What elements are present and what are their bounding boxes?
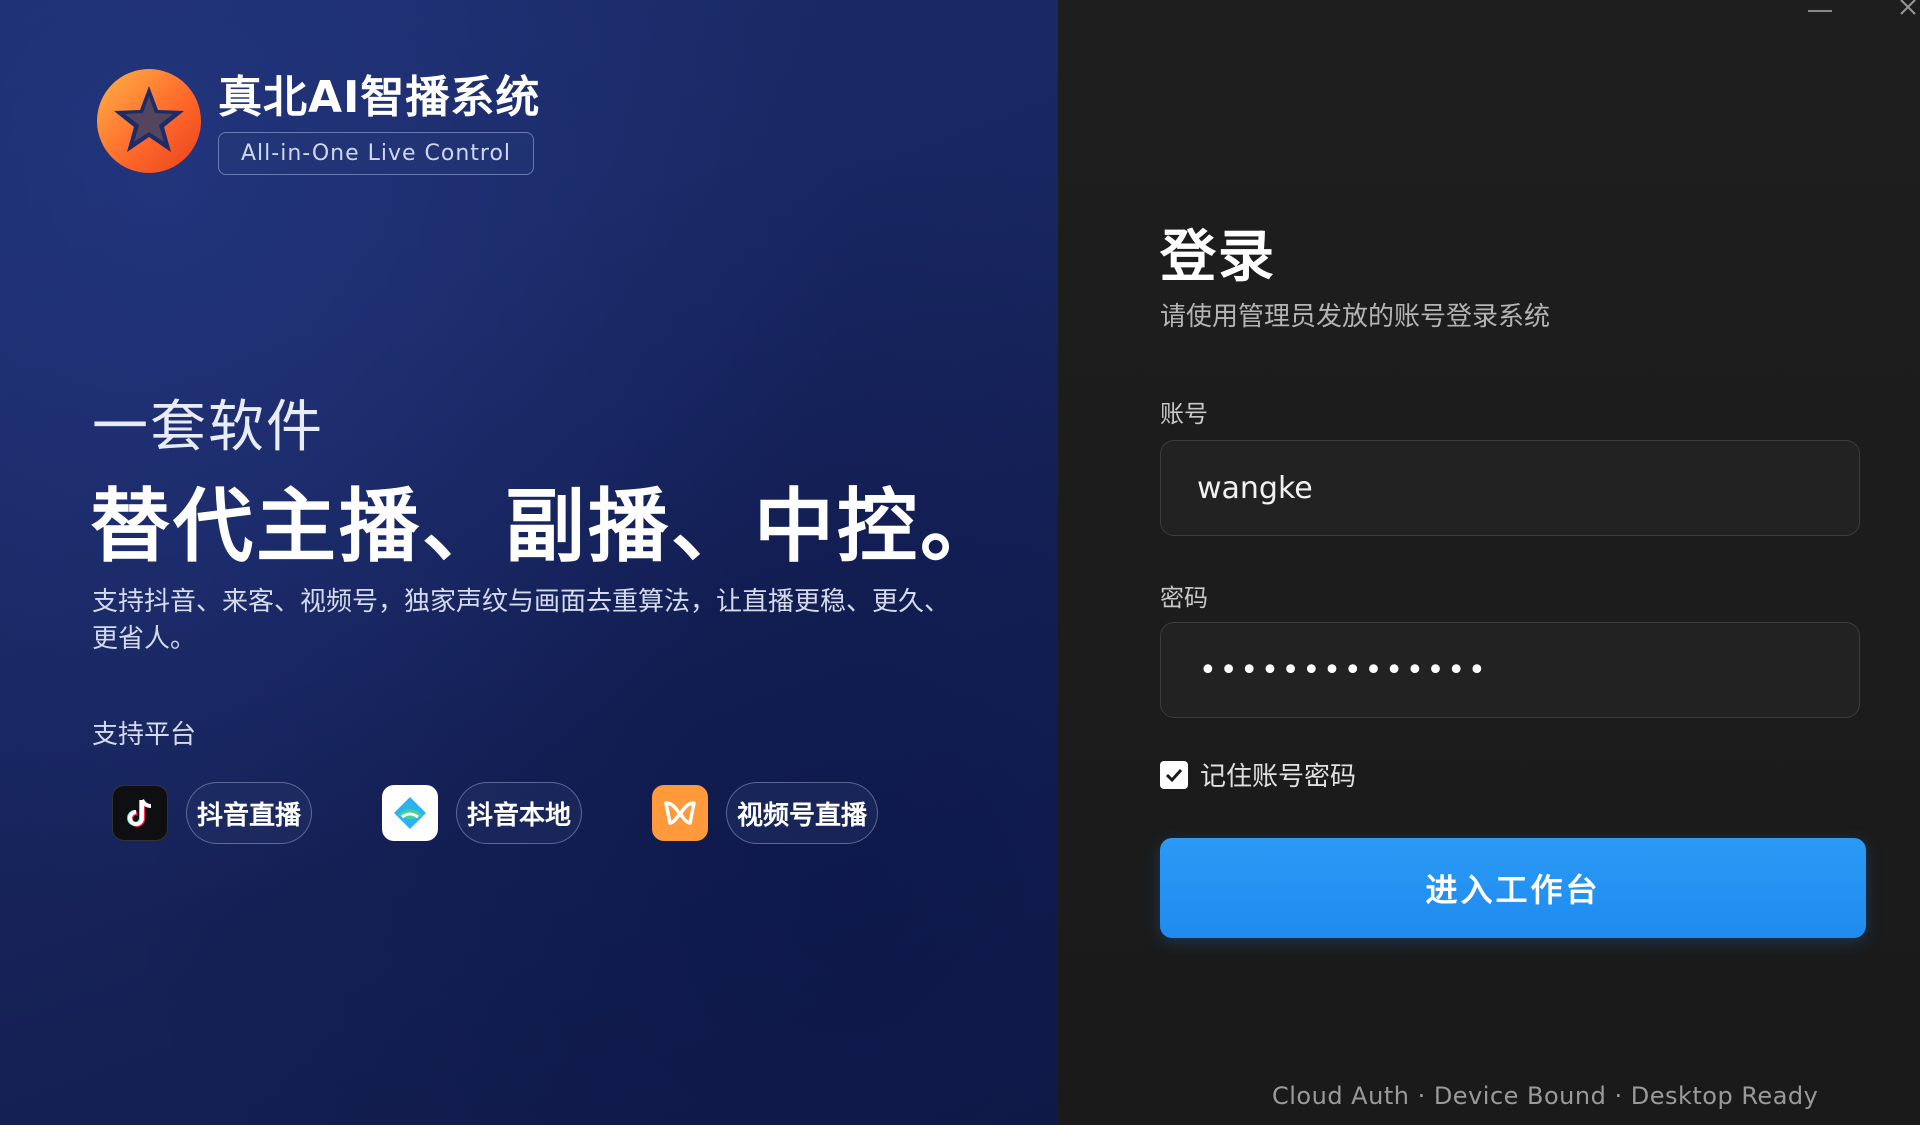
douyin-laike-icon <box>382 785 439 841</box>
wechat-channels-icon <box>652 785 709 841</box>
login-panel <box>1058 0 1920 1125</box>
footer-text: Cloud Auth · Device Bound · Desktop Read… <box>1272 1082 1819 1110</box>
platforms-heading: 支持平台 <box>92 720 197 750</box>
hero-subtitle: 一套软件 <box>92 395 324 460</box>
brand-header: 真北AI智播系统 All-in-One Live Control <box>94 66 540 176</box>
close-icon[interactable] <box>1898 0 1920 22</box>
brand-panel: 真北AI智播系统 All-in-One Live Control 一套软件 替代… <box>0 0 1058 1125</box>
platform-list: 抖音直播 抖音本地 视频号直播 <box>112 782 948 844</box>
login-subtitle: 请使用管理员发放的账号登录系统 <box>1160 302 1551 332</box>
logo-icon <box>94 66 204 176</box>
password-field[interactable]: •••••••••••••• <box>1160 622 1860 718</box>
account-input[interactable] <box>1161 441 1859 535</box>
remember-label: 记住账号密码 <box>1200 762 1357 792</box>
check-icon <box>1165 768 1183 782</box>
platform-label: 抖音直播 <box>186 782 313 844</box>
remember-checkbox[interactable] <box>1160 760 1188 789</box>
minimize-icon[interactable] <box>1808 10 1832 12</box>
app-title: 真北AI智播系统 <box>218 72 541 123</box>
account-label: 账号 <box>1160 400 1208 428</box>
login-title: 登录 <box>1160 225 1276 290</box>
hero-headline: 替代主播、副播、中控。 <box>90 480 1003 573</box>
douyin-icon <box>112 785 168 841</box>
platform-label: 抖音本地 <box>456 782 583 844</box>
password-label: 密码 <box>1160 584 1208 612</box>
tagline-badge: All-in-One Live Control <box>218 132 535 175</box>
platform-douyin-live: 抖音直播 <box>112 782 313 844</box>
account-field-box <box>1160 440 1860 536</box>
platform-wechat-channels: 视频号直播 <box>652 782 879 844</box>
hero-description: 支持抖音、来客、视频号，独家声纹与画面去重算法，让直播更稳、更久、更省人。 <box>92 587 951 654</box>
platform-douyin-local: 抖音本地 <box>382 782 583 844</box>
enter-workspace-button[interactable]: 进入工作台 <box>1160 838 1866 938</box>
password-mask: •••••••••••••• <box>1199 653 1489 688</box>
platform-label: 视频号直播 <box>726 782 879 844</box>
remember-toggle[interactable]: 记住账号密码 <box>1160 756 1356 793</box>
